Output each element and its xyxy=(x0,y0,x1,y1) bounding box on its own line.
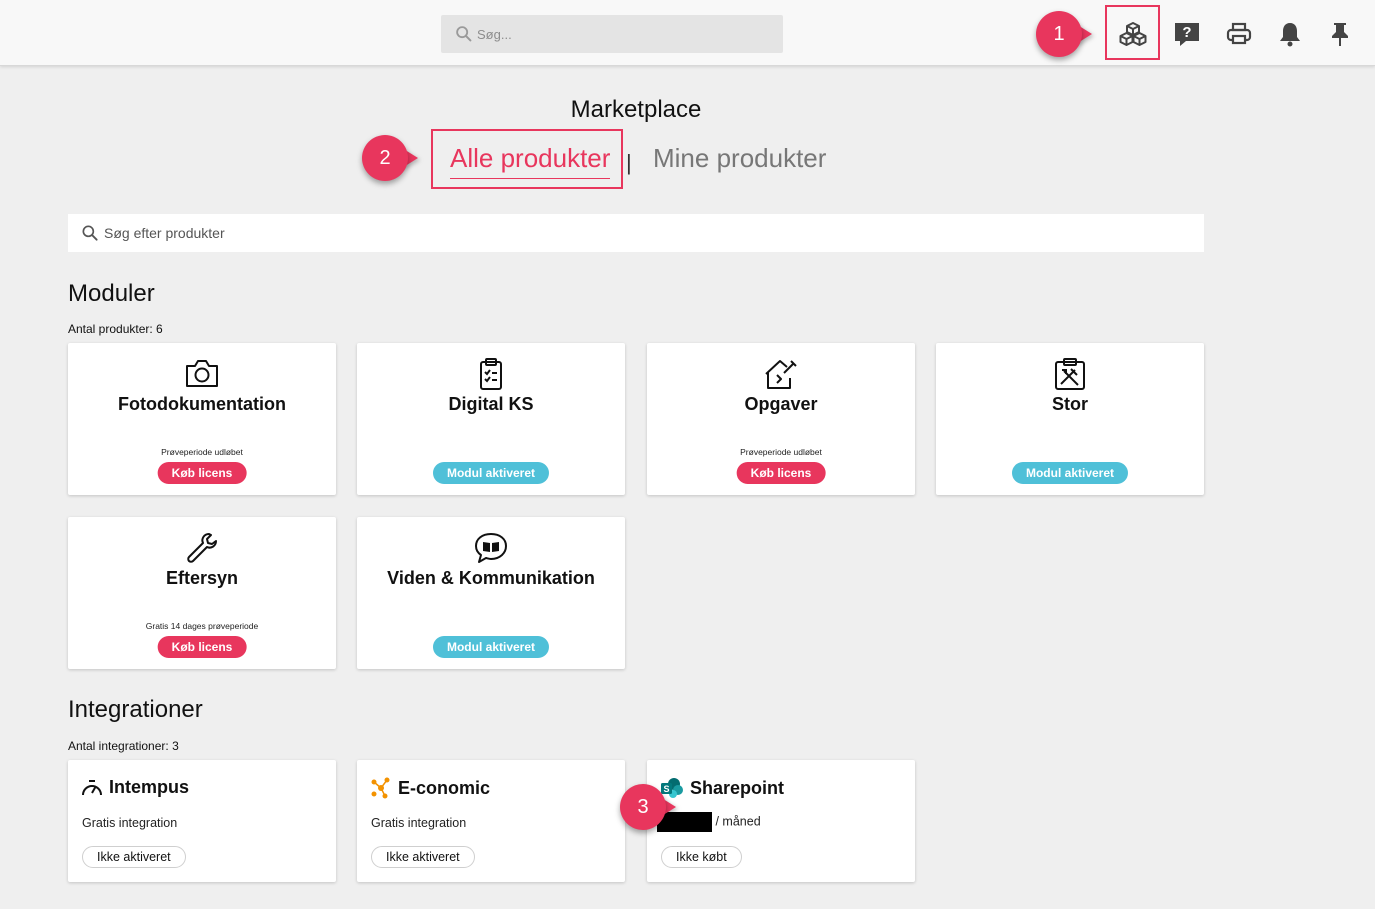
callout-2: 2 xyxy=(362,135,418,181)
module-note: Prøveperiode udløbet xyxy=(161,447,243,457)
buy-license-button[interactable]: Køb licens xyxy=(736,462,826,484)
not-bought-button[interactable]: Ikke købt xyxy=(661,846,742,868)
chat-book-icon xyxy=(357,531,625,565)
clipboard-checklist-icon xyxy=(357,357,625,391)
module-activated-button[interactable]: Modul aktiveret xyxy=(1011,462,1129,484)
global-search[interactable] xyxy=(441,15,783,53)
integration-subtitle: Gratis integration xyxy=(371,816,467,830)
camera-icon xyxy=(68,357,336,389)
module-title: Fotodokumentation xyxy=(118,394,286,414)
integration-title: E-conomic xyxy=(398,777,491,798)
module-note: Prøveperiode udløbet xyxy=(740,447,822,457)
top-bar: ? xyxy=(0,0,1375,66)
svg-text:?: ? xyxy=(1182,24,1191,41)
module-title: Opgaver xyxy=(744,394,818,414)
module-title: Viden & Kommunikation xyxy=(387,568,595,588)
module-note: Gratis 14 dages prøveperiode xyxy=(145,621,259,631)
page-title: Marketplace xyxy=(570,96,702,123)
integrations-title: Integrationer xyxy=(68,696,203,723)
print-icon[interactable] xyxy=(1225,20,1253,48)
integration-card-e-conomic[interactable]: E-conomic Gratis integration Ikke aktive… xyxy=(357,760,625,882)
module-title: Stor xyxy=(1052,394,1088,414)
integration-card-sharepoint[interactable]: S Sharepoint / måned Ikke købt xyxy=(647,760,915,882)
pin-icon[interactable] xyxy=(1326,20,1354,48)
module-activated-button[interactable]: Modul aktiveret xyxy=(432,462,550,484)
wrench-icon xyxy=(68,531,336,565)
module-activated-button[interactable]: Modul aktiveret xyxy=(432,636,550,658)
module-card-viden-kommunikation[interactable]: Viden & Kommunikation Modul aktiveret xyxy=(357,517,625,669)
not-activated-button[interactable]: Ikke aktiveret xyxy=(82,846,186,868)
buy-license-button[interactable]: Køb licens xyxy=(157,636,247,658)
price-period: / måned xyxy=(715,814,761,829)
search-icon xyxy=(456,26,472,42)
callout-1-number: 1 xyxy=(1036,11,1082,57)
module-card-fotodokumentation[interactable]: Fotodokumentation Prøveperiode udløbet K… xyxy=(68,343,336,495)
product-search-input[interactable] xyxy=(104,225,704,241)
modules-count: Antal produkter: 6 xyxy=(68,322,163,336)
clipboard-tools-icon xyxy=(936,357,1204,391)
highlight-box-marketplace-icon xyxy=(1105,5,1160,60)
module-card-digital-ks[interactable]: Digital KS Modul aktiveret xyxy=(357,343,625,495)
integration-subtitle: Gratis integration xyxy=(82,816,178,830)
bell-icon[interactable] xyxy=(1276,20,1304,48)
search-icon xyxy=(82,225,98,241)
highlight-box-all-products xyxy=(431,129,623,189)
module-card-opgaver[interactable]: Opgaver Prøveperiode udløbet Køb licens xyxy=(647,343,915,495)
module-title: Digital KS xyxy=(448,394,534,414)
tab-separator: | xyxy=(626,150,632,175)
global-search-input[interactable] xyxy=(477,26,757,42)
house-tools-icon xyxy=(647,357,915,391)
economic-logo-icon xyxy=(371,777,390,799)
integration-card-intempus[interactable]: Intempus Gratis integration Ikke aktiver… xyxy=(68,760,336,882)
product-search[interactable] xyxy=(68,214,1204,252)
module-title: Eftersyn xyxy=(165,568,239,588)
integration-title: Sharepoint xyxy=(690,777,785,798)
tab-my-products[interactable]: Mine produkter xyxy=(653,143,826,174)
modules-title: Moduler xyxy=(68,280,155,307)
speedometer-icon xyxy=(82,779,102,795)
help-icon[interactable]: ? xyxy=(1173,20,1201,48)
integration-title: Intempus xyxy=(109,777,190,797)
callout-2-number: 2 xyxy=(362,135,408,181)
callout-3-number: 3 xyxy=(620,784,666,830)
buy-license-button[interactable]: Køb licens xyxy=(157,462,247,484)
integrations-count: Antal integrationer: 3 xyxy=(68,739,179,753)
callout-1: 1 xyxy=(1036,11,1092,57)
module-card-stor[interactable]: Stor Modul aktiveret xyxy=(936,343,1204,495)
module-card-eftersyn[interactable]: Eftersyn Gratis 14 dages prøveperiode Kø… xyxy=(68,517,336,669)
callout-3: 3 xyxy=(620,784,676,830)
not-activated-button[interactable]: Ikke aktiveret xyxy=(371,846,475,868)
